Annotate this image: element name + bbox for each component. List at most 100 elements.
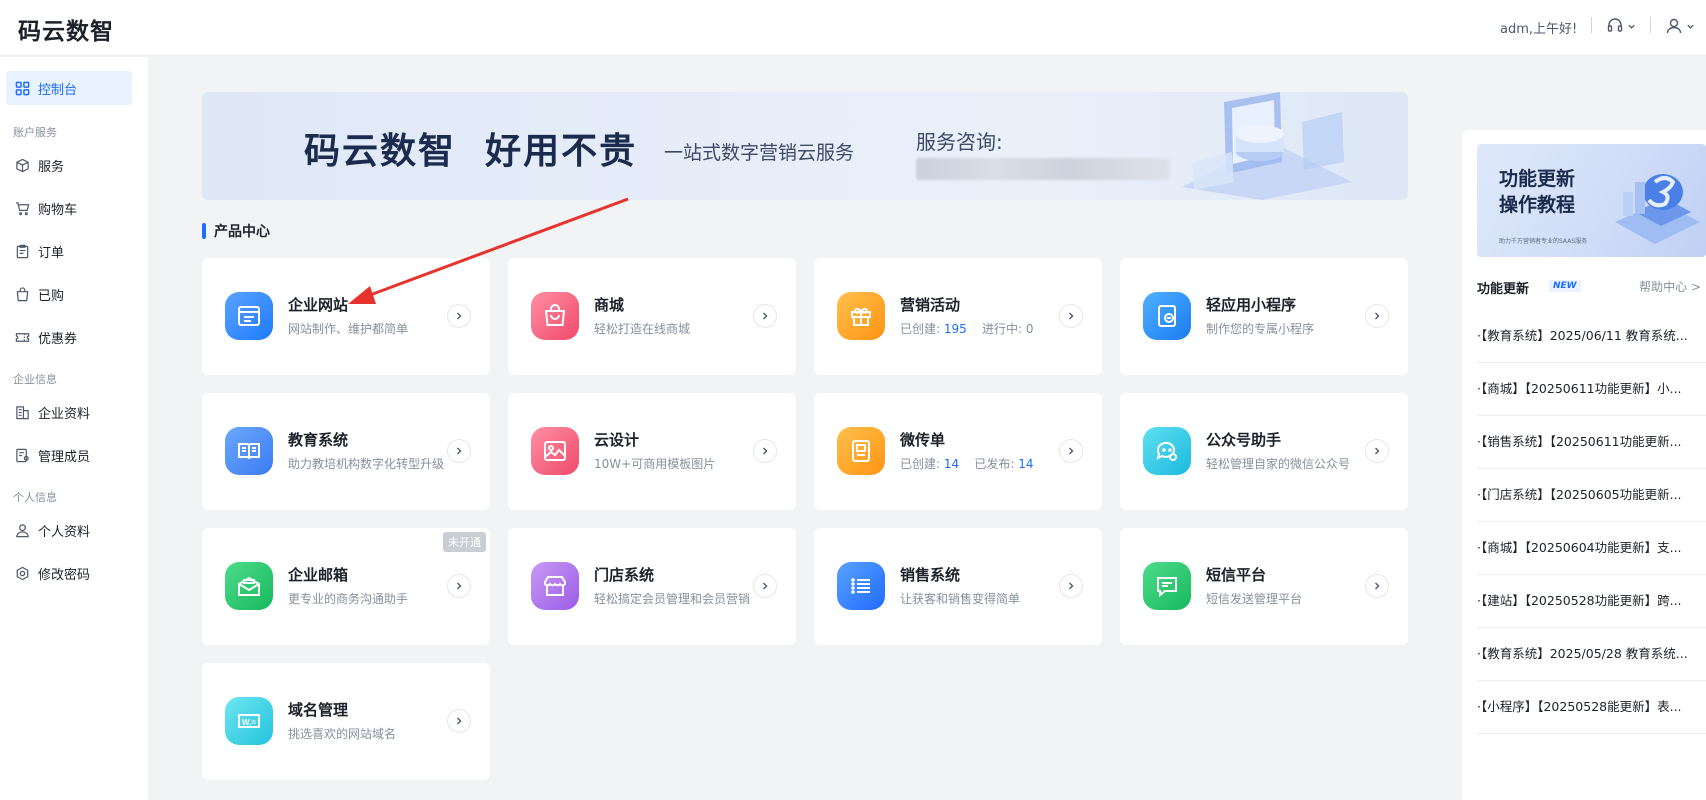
chevron-right-icon[interactable] [447, 304, 471, 328]
redacted-phone [916, 158, 1170, 180]
stat-value: 14 [1018, 457, 1034, 471]
nav-group-account: 账户服务 [13, 126, 57, 139]
product-card-education[interactable]: 教育系统 助力教培机构数字化转型升级 [202, 393, 490, 510]
news-item[interactable]: ·【商城】【20250604功能更新】支... [1477, 522, 1706, 575]
product-desc: 轻松管理自家的微信公众号 [1206, 457, 1351, 471]
product-card-enterprise-mail[interactable]: 未开通 企业邮箱 更专业的商务沟通助手 [202, 528, 490, 645]
news-item[interactable]: ·【教育系统】2025/05/28 教育系统... [1477, 628, 1706, 681]
sidebar-item-services[interactable]: 服务 [6, 148, 132, 182]
sidebar-item-label: 购物车 [38, 202, 78, 218]
product-name: 公众号助手 [1206, 431, 1282, 449]
help-center-link[interactable]: 帮助中心 > [1639, 278, 1701, 295]
sidebar-item-label: 个人资料 [38, 524, 91, 540]
product-name: 短信平台 [1206, 566, 1267, 584]
chevron-right-icon[interactable] [753, 574, 777, 598]
news-item[interactable]: ·【教育系统】2025/06/11 教育系统... [1477, 310, 1706, 363]
chevron-down-icon [1687, 24, 1694, 29]
top-header: 码云数智 adm,上午好! [0, 0, 1706, 56]
tutorial-subtitle: 助力千万营销者专业的SAAS服务 [1499, 238, 1588, 245]
banner-illustration [1182, 92, 1352, 200]
news-item[interactable]: ·【建站】【20250528功能更新】跨... [1477, 575, 1706, 628]
sidebar-item-orders[interactable]: 订单 [6, 234, 132, 268]
product-desc: 让获客和销售变得简单 [900, 592, 1021, 606]
product-card-wechat-assistant[interactable]: 公众号助手 轻松管理自家的微信公众号 [1120, 393, 1408, 510]
sidebar-item-label: 订单 [38, 245, 65, 261]
user-icon [16, 523, 29, 537]
news-item[interactable]: ·【商城】【20250611功能更新】小... [1477, 363, 1706, 416]
product-card-mall[interactable]: 商城 轻松打造在线商城 [508, 258, 796, 375]
sidebar-item-dashboard[interactable]: 控制台 [6, 71, 132, 105]
product-card-domain[interactable]: W.= 域名管理 挑选喜欢的网站域名 [202, 663, 490, 780]
nav-group-personal: 个人信息 [13, 491, 57, 504]
product-card-mini-program[interactable]: 轻应用小程序 制作您的专属小程序 [1120, 258, 1408, 375]
sidebar-item-purchased[interactable]: 已购 [6, 277, 132, 311]
sidebar-item-members[interactable]: 管理成员 [6, 438, 132, 472]
sidebar-item-company-profile[interactable]: 企业资料 [6, 395, 132, 429]
sidebar-item-personal-profile[interactable]: 个人资料 [6, 513, 132, 547]
product-card-sales-system[interactable]: 销售系统 让获客和销售变得简单 [814, 528, 1102, 645]
chevron-right-icon[interactable] [1365, 439, 1389, 463]
promo-banner[interactable]: 码云数智 好用不贵 一站式数字营销云服务 服务咨询: [202, 92, 1408, 200]
chevron-right-icon[interactable] [447, 439, 471, 463]
stat-value: 195 [943, 322, 967, 336]
app-logo[interactable]: 码云数智 [18, 12, 114, 46]
header-divider [1591, 17, 1592, 33]
product-card-micro-flyer[interactable]: 微传单 已创建: 14 已发布: 14 [814, 393, 1102, 510]
chevron-down-icon [1628, 24, 1635, 29]
stat-value: 14 [943, 457, 960, 471]
mail-icon [225, 562, 273, 610]
coupon-icon [15, 332, 30, 342]
product-name: 商城 [594, 296, 625, 314]
section-title: 产品中心 [202, 222, 270, 240]
banner-consult-label: 服务咨询: [916, 130, 1003, 154]
product-desc: 挑选喜欢的网站域名 [288, 727, 397, 741]
chevron-right-icon[interactable] [1059, 574, 1083, 598]
settings-icon [16, 566, 29, 580]
sidebar-item-label: 企业资料 [38, 406, 91, 422]
website-icon [225, 292, 273, 340]
sidebar-item-label: 控制台 [38, 82, 78, 98]
product-desc: 轻松打造在线商城 [594, 322, 691, 336]
news-item[interactable]: ·【销售系统】【20250611功能更新... [1477, 416, 1706, 469]
sidebar-item-label: 管理成员 [38, 449, 91, 465]
book-icon [225, 427, 273, 475]
support-menu-button[interactable] [1606, 14, 1636, 38]
news-item[interactable]: ·【小程序】【20250528能更新】表... [1477, 681, 1706, 734]
chevron-right-icon[interactable] [753, 304, 777, 328]
sidebar-item-label: 修改密码 [38, 567, 91, 583]
product-card-store-system[interactable]: 门店系统 轻松搞定会员管理和会员营销 [508, 528, 796, 645]
product-card-enterprise-website[interactable]: 企业网站 网站制作、维护都简单 [202, 258, 490, 375]
product-card-marketing[interactable]: 营销活动 已创建: 195 进行中: 0 [814, 258, 1102, 375]
chevron-right-icon[interactable] [1365, 574, 1389, 598]
product-card-sms-platform[interactable]: 短信平台 短信发送管理平台 [1120, 528, 1408, 645]
sidebar-item-change-password[interactable]: 修改密码 [6, 556, 132, 590]
nav-group-enterprise: 企业信息 [13, 373, 57, 386]
mini-program-icon [1143, 292, 1191, 340]
news-item[interactable]: ·【门店系统】【20250605功能更新... [1477, 469, 1706, 522]
product-card-cloud-design[interactable]: 云设计 10W+可商用模板图片 [508, 393, 796, 510]
image-icon [531, 427, 579, 475]
clipboard-icon [16, 244, 29, 258]
product-name: 企业邮箱 [288, 566, 349, 584]
tutorial-title: 功能更新 操作教程 [1499, 166, 1575, 218]
chevron-right-icon[interactable] [753, 439, 777, 463]
tutorial-banner[interactable]: 功能更新 操作教程 助力千万营销者专业的SAAS服务 [1477, 144, 1706, 257]
sidebar-item-cart[interactable]: 购物车 [6, 191, 132, 225]
flyer-icon [837, 427, 885, 475]
chevron-right-icon[interactable] [1059, 439, 1083, 463]
product-name: 销售系统 [900, 566, 961, 584]
chevron-right-icon[interactable] [1059, 304, 1083, 328]
stat-label: 进行中: [982, 322, 1023, 336]
chevron-right-icon[interactable] [447, 709, 471, 733]
sidebar-item-label: 已购 [38, 288, 65, 304]
shopping-bag-icon [531, 292, 579, 340]
grid-icon [15, 81, 30, 95]
sidebar-item-coupons[interactable]: 优惠券 [6, 320, 132, 354]
tutorial-title-line: 操作教程 [1499, 194, 1576, 216]
user-menu-button[interactable] [1665, 14, 1695, 38]
chevron-right-icon[interactable] [447, 574, 471, 598]
sidebar-item-label: 服务 [38, 159, 65, 175]
chevron-right-icon[interactable] [1365, 304, 1389, 328]
new-badge: NEW [1549, 280, 1581, 292]
headset-icon [1607, 18, 1623, 32]
